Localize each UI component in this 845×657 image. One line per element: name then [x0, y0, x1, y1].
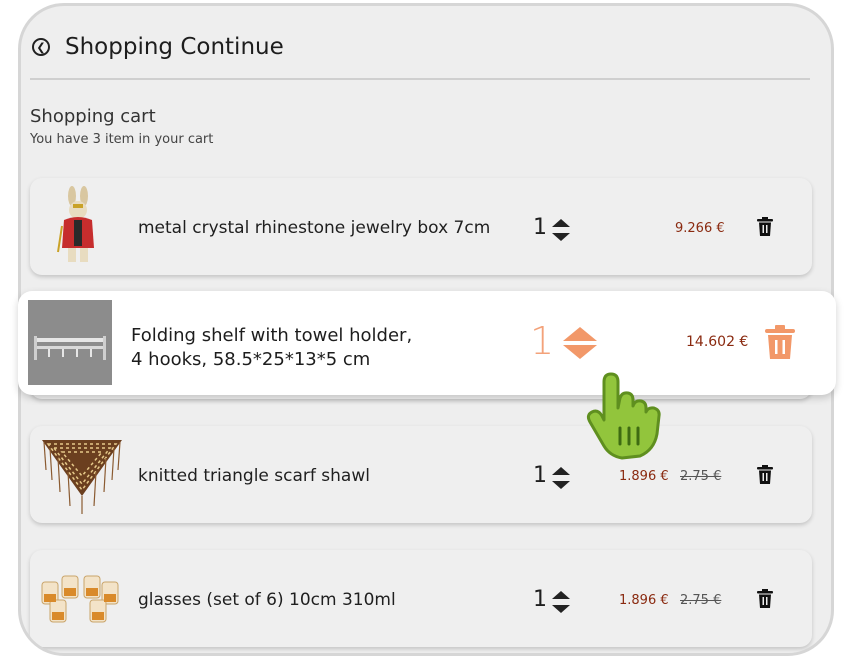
cart-title: Shopping cart: [30, 106, 156, 127]
trash-icon[interactable]: [757, 465, 773, 484]
cart-item-jewelry-box[interactable]: metal crystal rhinestone jewelry box 7cm…: [30, 178, 812, 275]
jewelry-box-image: [57, 186, 94, 262]
decrease-icon[interactable]: [552, 481, 570, 489]
increase-icon[interactable]: [552, 219, 570, 227]
quantity-stepper[interactable]: [552, 467, 570, 489]
cart-subtitle: You have 3 item in your cart: [30, 132, 214, 147]
quantity-stepper[interactable]: [552, 219, 570, 241]
item-name: knitted triangle scarf shawl: [138, 466, 370, 486]
item-price: 9.266 €: [675, 221, 725, 236]
trash-icon[interactable]: [757, 589, 773, 608]
item-quantity[interactable]: 1: [533, 215, 547, 240]
quantity-stepper[interactable]: [563, 327, 597, 359]
increase-icon[interactable]: [552, 467, 570, 475]
item-name: metal crystal rhinestone jewelry box 7cm: [138, 218, 491, 238]
cart-item-scarf[interactable]: knitted triangle scarf shawl 1 1.896 € 2…: [30, 426, 812, 523]
chevron-left-circle-icon: ❮: [36, 40, 46, 54]
item-name: glasses (set of 6) 10cm 310ml: [138, 590, 396, 610]
cart-item-folding-shelf[interactable]: Folding shelf with towel holder, 4 hooks…: [18, 291, 836, 395]
scarf-image: [42, 440, 122, 514]
item-name-line-2: 4 hooks, 58.5*25*13*5 cm: [131, 349, 371, 370]
item-name-line-1: Folding shelf with towel holder,: [131, 325, 413, 346]
item-quantity[interactable]: 1: [530, 319, 554, 363]
trash-icon[interactable]: [765, 325, 795, 359]
decrease-icon[interactable]: [552, 233, 570, 241]
header: ❮ Shopping Continue: [32, 32, 284, 62]
item-name: Folding shelf with towel holder, 4 hooks…: [131, 324, 412, 372]
item-price: 1.896 €: [619, 593, 669, 608]
header-divider: [30, 78, 810, 80]
item-price: 14.602 €: [686, 334, 749, 350]
item-old-price: 2.75 €: [680, 469, 722, 484]
decrease-icon[interactable]: [552, 605, 570, 613]
increase-icon[interactable]: [552, 591, 570, 599]
hand-pointer-icon: [586, 372, 661, 460]
increase-icon[interactable]: [563, 327, 597, 341]
decrease-icon[interactable]: [563, 345, 597, 359]
item-old-price: 2.75 €: [680, 593, 722, 608]
folding-shelf-image: [28, 300, 112, 385]
trash-icon[interactable]: [757, 217, 773, 236]
cart-item-glasses[interactable]: glasses (set of 6) 10cm 310ml 1 1.896 € …: [30, 550, 812, 647]
back-button[interactable]: ❮: [32, 38, 50, 56]
page-title: Shopping Continue: [65, 34, 284, 60]
item-price: 1.896 €: [619, 469, 669, 484]
glasses-image: [41, 575, 119, 623]
item-quantity[interactable]: 1: [533, 463, 547, 488]
quantity-stepper[interactable]: [552, 591, 570, 613]
item-quantity[interactable]: 1: [533, 587, 547, 612]
